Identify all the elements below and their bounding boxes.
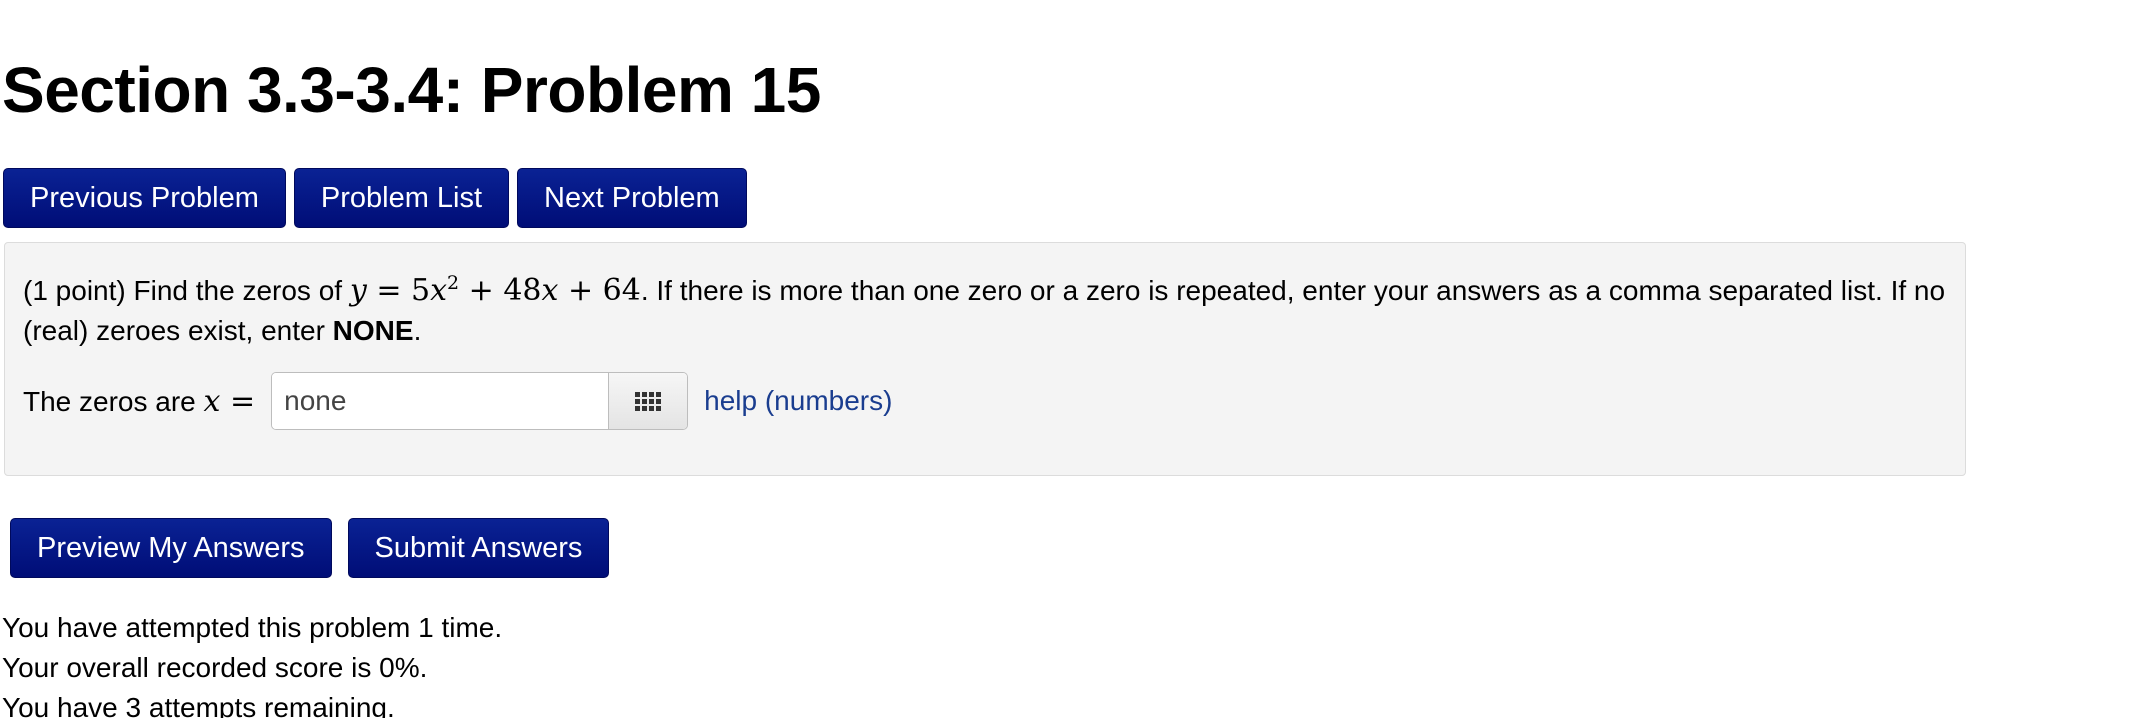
next-problem-button[interactable]: Next Problem (517, 168, 747, 228)
equation-constant: 64 (602, 273, 641, 308)
page-title: Section 3.3-3.4: Problem 15 (2, 54, 821, 126)
answer-label-text: The zeros are (23, 385, 204, 417)
submit-answers-button[interactable]: Submit Answers (347, 518, 610, 578)
equation-var1: x (430, 273, 448, 308)
problem-nav: Previous Problem Problem List Next Probl… (3, 168, 747, 228)
problem-statement: (1 point) Find the zeros of y = 5x2 + 48… (23, 263, 1953, 351)
attempts-text: You have attempted this problem 1 time. (2, 612, 503, 643)
equation-plus1: + (459, 273, 504, 308)
problem-panel: (1 point) Find the zeros of y = 5x2 + 48… (4, 242, 1966, 476)
grid-keypad-icon (635, 391, 662, 411)
equation-lhs: y (349, 273, 367, 308)
equation-equals: = (366, 273, 411, 308)
problem-list-button[interactable]: Problem List (293, 168, 510, 228)
remaining-attempts-text: You have 3 attempts remaining. (2, 692, 395, 718)
score-text: Your overall recorded score is 0%. (2, 652, 428, 683)
equation-var2: x (541, 273, 559, 308)
none-keyword: NONE (332, 315, 414, 346)
answer-input-group (271, 372, 689, 430)
equation-plus2: + (558, 273, 603, 308)
problem-intro: (1 point) Find the zeros of (23, 275, 350, 306)
answer-label: The zeros are x = (23, 384, 255, 419)
answer-equals: = (220, 383, 256, 419)
problem-page: Section 3.3-3.4: Problem 15 Previous Pro… (0, 0, 2148, 718)
equation-exponent: 2 (447, 272, 460, 294)
preview-answers-button[interactable]: Preview My Answers (10, 518, 332, 578)
attempt-status: You have attempted this problem 1 time. … (2, 608, 502, 718)
instructions-end: . (413, 315, 422, 346)
previous-problem-button[interactable]: Previous Problem (3, 168, 286, 228)
answer-actions: Preview My Answers Submit Answers (10, 518, 610, 578)
answer-variable: x (203, 383, 221, 419)
answer-row: The zeros are x = help (numbers) (23, 371, 892, 431)
equation-coef2: 48 (503, 273, 542, 308)
answer-input[interactable] (272, 373, 609, 429)
equation: y = 5x2 + 48x + 64 (349, 272, 641, 308)
equation-coef1: 5 (411, 273, 431, 308)
help-numbers-link[interactable]: help (numbers) (704, 385, 892, 417)
keypad-button[interactable] (608, 373, 688, 429)
